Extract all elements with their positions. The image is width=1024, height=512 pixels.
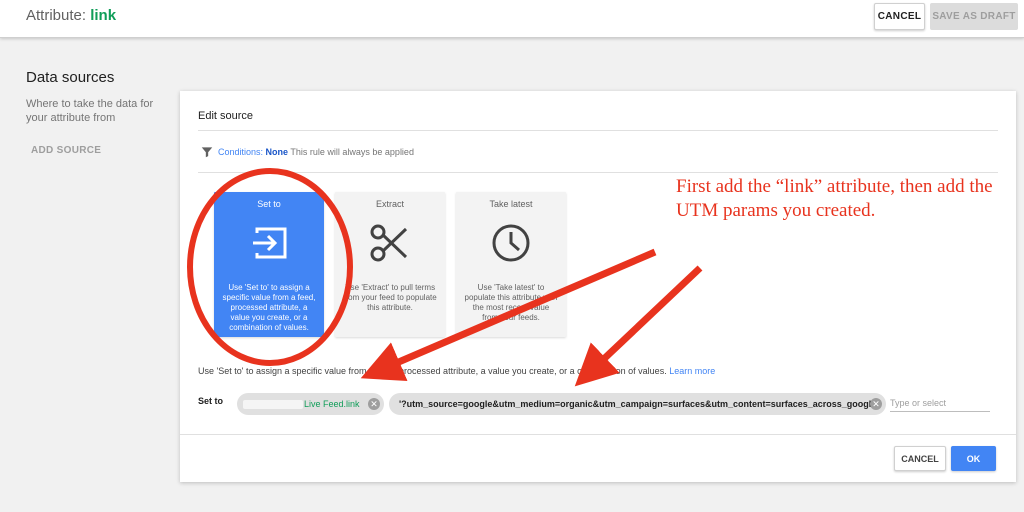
attribute-chip[interactable]: Live Feed.link ✕: [237, 393, 384, 415]
conditions-note: This rule will always be applied: [290, 147, 414, 157]
tile-description: Use 'Extract' to pull terms from your fe…: [343, 283, 437, 312]
tile-take-latest[interactable]: Take latest Use 'Take latest' to populat…: [456, 192, 566, 337]
page-title-prefix: Attribute:: [26, 7, 91, 24]
data-sources-title: Data sources: [26, 69, 115, 86]
add-source-button[interactable]: ADD SOURCE: [31, 145, 101, 156]
page-title: Attribute: link: [26, 7, 116, 24]
divider: [180, 434, 1016, 435]
tile-description: Use 'Take latest' to populate this attri…: [464, 283, 558, 322]
conditions-row[interactable]: Conditions: None This rule will always b…: [218, 147, 414, 157]
learn-more-link[interactable]: Learn more: [669, 366, 715, 376]
redacted-text: [243, 400, 303, 409]
ok-button[interactable]: OK: [951, 446, 996, 471]
utm-params-chip[interactable]: '?utm_source=google&utm_medium=organic&u…: [389, 393, 886, 415]
tile-description: Use 'Set to' to assign a specific value …: [222, 283, 316, 332]
tile-extract[interactable]: Extract Use 'Extract' to pull terms from…: [335, 192, 445, 337]
scissors-icon: [370, 224, 408, 262]
top-bar: Attribute: link CANCEL SAVE AS DRAFT: [0, 0, 1024, 38]
cancel-button[interactable]: CANCEL: [874, 3, 925, 30]
chip-value: '?utm_source=google&utm_medium=organic&u…: [399, 399, 879, 409]
divider: [198, 172, 998, 173]
set-to-explanation: Use 'Set to' to assign a specific value …: [198, 366, 715, 376]
conditions-label: Conditions:: [218, 147, 264, 157]
explanation-text: Use 'Set to' to assign a specific value …: [198, 366, 667, 376]
input-arrow-icon: [253, 227, 287, 259]
tile-label: Extract: [375, 199, 404, 209]
data-sources-description: Where to take the data for your attribut…: [26, 98, 154, 124]
edit-source-heading: Edit source: [198, 110, 254, 122]
tile-set-to[interactable]: Set to Use 'Set to' to assign a specific…: [214, 192, 324, 337]
type-or-select-input[interactable]: [890, 394, 990, 412]
clock-icon: [492, 224, 530, 262]
remove-chip-icon[interactable]: ✕: [368, 398, 380, 410]
save-as-draft-button[interactable]: SAVE AS DRAFT: [930, 3, 1018, 30]
tile-label: Set to: [257, 199, 281, 209]
remove-chip-icon[interactable]: ✕: [870, 398, 882, 410]
set-to-label: Set to: [198, 396, 224, 406]
tile-label: Take latest: [489, 199, 533, 209]
filter-icon: [201, 147, 213, 158]
attribute-name: link: [90, 7, 117, 24]
cancel-edit-button[interactable]: CANCEL: [894, 446, 946, 471]
edit-source-card: Edit source Conditions: None This rule w…: [180, 91, 1016, 482]
divider: [198, 130, 998, 131]
conditions-value[interactable]: None: [266, 147, 289, 157]
chip-value: Live Feed.link: [304, 399, 360, 409]
annotation-text: First add the “link” attribute, then add…: [676, 176, 993, 221]
